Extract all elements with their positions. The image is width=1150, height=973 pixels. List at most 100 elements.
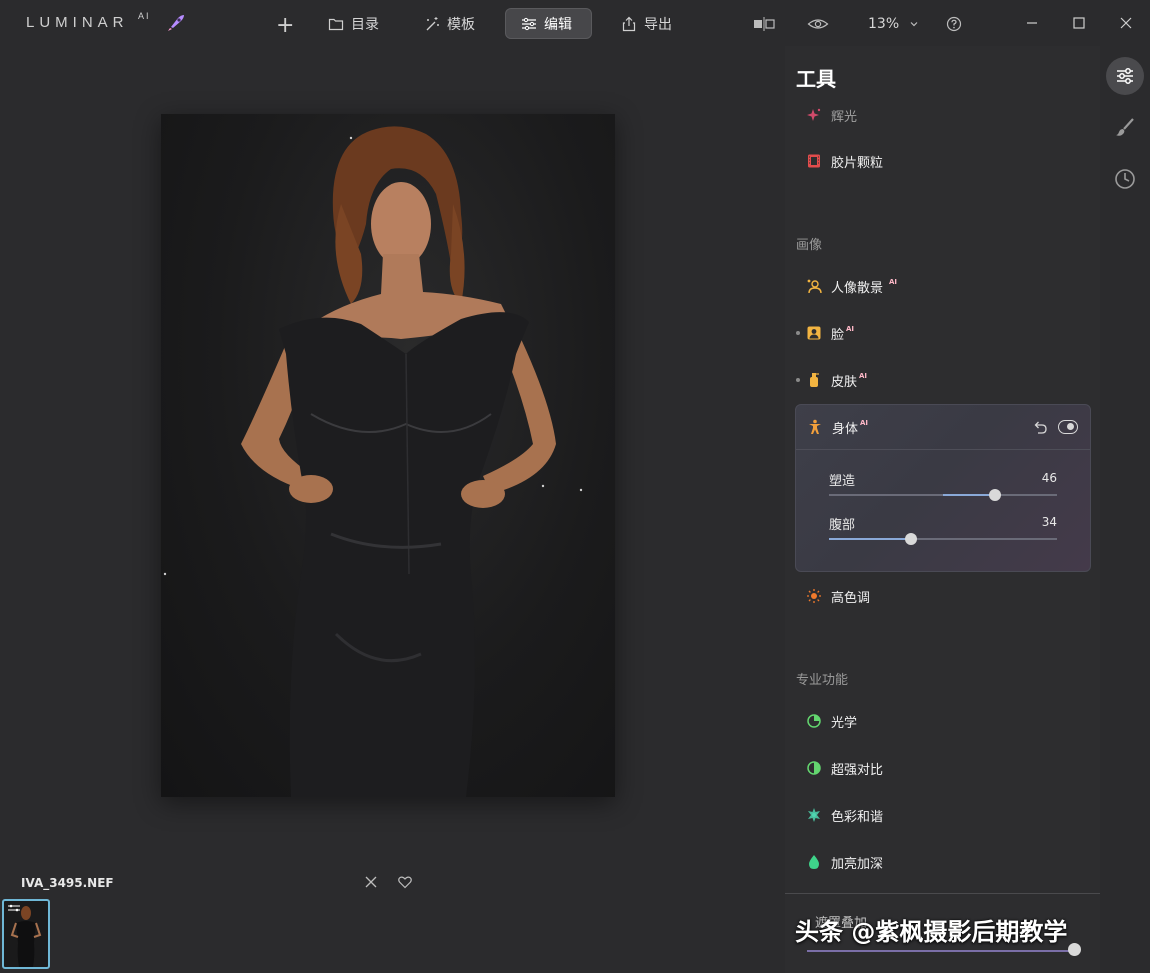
tool-color-harmony-label: 色彩和谐 <box>831 809 884 825</box>
body-tool-header[interactable]: 身体 AI <box>796 405 1090 450</box>
section-pro: 专业功能 <box>796 673 849 688</box>
ai-badge: AI <box>859 372 868 380</box>
preview-button[interactable] <box>807 8 829 39</box>
brush-icon <box>1116 118 1134 136</box>
tools-panel: 工具 辉光 胶片颗粒 画像 人像散景 AI 脸 AI 皮肤 AI 身体 AI 塑… <box>785 46 1100 973</box>
section-portrait: 画像 <box>796 238 823 253</box>
tools-tab-button[interactable] <box>1106 57 1144 95</box>
slider-abdomen-fill <box>829 538 912 540</box>
contrast-icon <box>807 761 821 775</box>
tool-face[interactable]: 脸 AI <box>806 322 854 344</box>
photo-figure <box>163 126 583 797</box>
compare-button[interactable] <box>752 8 776 39</box>
compare-icon <box>754 16 775 31</box>
bottom-slider-handle[interactable] <box>1068 943 1081 956</box>
top-toolbar: LUMINAR AI + 目录 模板 编辑 导出 13% <box>0 0 1150 46</box>
slider-shape-handle[interactable] <box>989 489 1002 501</box>
tool-film-grain[interactable]: 胶片颗粒 <box>806 150 883 172</box>
rocket-icon[interactable] <box>166 14 186 32</box>
tool-supercontrast[interactable]: 超强对比 <box>806 757 883 779</box>
tool-supercontrast-label: 超强对比 <box>831 762 884 778</box>
body-tool-card: 身体 AI 塑造 46 腹部 34 <box>795 404 1091 572</box>
minimize-icon[interactable] <box>1022 13 1042 33</box>
zoom-dropdown[interactable]: 13% <box>858 8 929 39</box>
tool-dodge-burn[interactable]: 加亮加深 <box>806 851 883 873</box>
face-icon <box>807 326 821 340</box>
photo-preview[interactable] <box>161 114 615 797</box>
filename-label: IVA_3495.NEF <box>21 876 114 890</box>
slider-abdomen[interactable] <box>829 533 1057 545</box>
share-icon <box>622 16 636 31</box>
panel-title: 工具 <box>796 67 836 91</box>
tool-portrait-bokeh[interactable]: 人像散景 AI <box>806 275 897 297</box>
visibility-toggle[interactable] <box>1058 420 1078 434</box>
body-figure-icon <box>809 419 821 434</box>
tool-optics-label: 光学 <box>831 715 858 731</box>
tool-dodge-burn-label: 加亮加深 <box>831 856 884 872</box>
dodge-burn-icon <box>809 855 819 869</box>
high-key-icon <box>807 589 821 603</box>
tab-templates[interactable]: 模板 <box>414 8 485 39</box>
tool-film-grain-label: 胶片颗粒 <box>831 155 884 171</box>
tool-portrait-bokeh-label: 人像散景 <box>831 280 884 296</box>
slider-shape[interactable] <box>829 489 1057 501</box>
add-button[interactable]: + <box>276 10 294 41</box>
tool-high-key[interactable]: 高色调 <box>806 585 870 607</box>
app-logo-suffix: AI <box>138 11 151 21</box>
panel-divider <box>785 893 1100 894</box>
film-icon <box>808 154 820 168</box>
help-button[interactable] <box>946 8 962 39</box>
bokeh-icon <box>807 279 822 294</box>
magic-wand-icon <box>426 16 439 30</box>
slider-shape-fill <box>943 494 996 496</box>
watermark-text: 头条 @紫枫摄影后期教学 <box>795 918 1068 946</box>
slider-abdomen-value: 34 <box>1041 515 1057 529</box>
adjustments-icon <box>1117 68 1133 84</box>
edited-badge-icon <box>8 904 20 912</box>
tool-skin[interactable]: 皮肤 AI <box>806 369 867 391</box>
slider-abdomen-handle[interactable] <box>905 533 918 545</box>
adjusted-dot <box>796 378 800 382</box>
tab-templates-label: 模板 <box>447 16 475 33</box>
tab-catalog[interactable]: 目录 <box>318 8 389 39</box>
tool-body-label: 身体 <box>832 421 859 437</box>
tool-body[interactable]: 身体 AI <box>807 416 868 438</box>
tab-edit-label: 编辑 <box>544 16 572 33</box>
tool-color-harmony[interactable]: 色彩和谐 <box>806 804 883 826</box>
slider-shape-value: 46 <box>1041 471 1057 485</box>
tab-export-label: 导出 <box>644 16 672 33</box>
tool-high-key-label: 高色调 <box>831 590 871 606</box>
tool-face-label: 脸 <box>831 327 845 343</box>
tab-catalog-label: 目录 <box>351 16 379 33</box>
undo-icon[interactable] <box>1032 419 1048 435</box>
side-icon-bar <box>1100 46 1150 973</box>
close-icon[interactable] <box>363 874 379 890</box>
folder-icon <box>328 18 344 30</box>
tool-skin-label: 皮肤 <box>831 374 858 390</box>
brush-tab-button[interactable] <box>1106 108 1144 146</box>
clock-icon <box>1115 169 1135 189</box>
chevron-down-icon <box>910 21 918 26</box>
tab-edit[interactable]: 编辑 <box>505 8 592 39</box>
sparkle-icon <box>807 108 821 121</box>
filmstrip-thumbnail[interactable] <box>2 899 50 969</box>
bottom-slider[interactable] <box>807 950 1075 952</box>
sliders-icon <box>522 17 536 30</box>
slider-abdomen-label: 腹部 <box>829 518 856 533</box>
color-harmony-icon <box>808 808 820 822</box>
help-icon <box>946 16 962 31</box>
app-logo: LUMINAR <box>26 14 129 31</box>
eye-icon <box>807 18 829 29</box>
tab-export[interactable]: 导出 <box>611 8 682 39</box>
ai-badge: AI <box>889 278 898 286</box>
history-tab-button[interactable] <box>1106 160 1144 198</box>
tool-glow[interactable]: 辉光 <box>806 104 857 126</box>
tool-optics[interactable]: 光学 <box>806 710 857 732</box>
optics-icon <box>807 714 821 728</box>
slider-shape-label: 塑造 <box>829 474 856 489</box>
zoom-value: 13% <box>868 15 900 32</box>
heart-icon[interactable] <box>397 874 413 890</box>
close-window-icon[interactable] <box>1116 13 1136 33</box>
adjusted-dot <box>796 331 800 335</box>
maximize-icon[interactable] <box>1069 13 1089 33</box>
